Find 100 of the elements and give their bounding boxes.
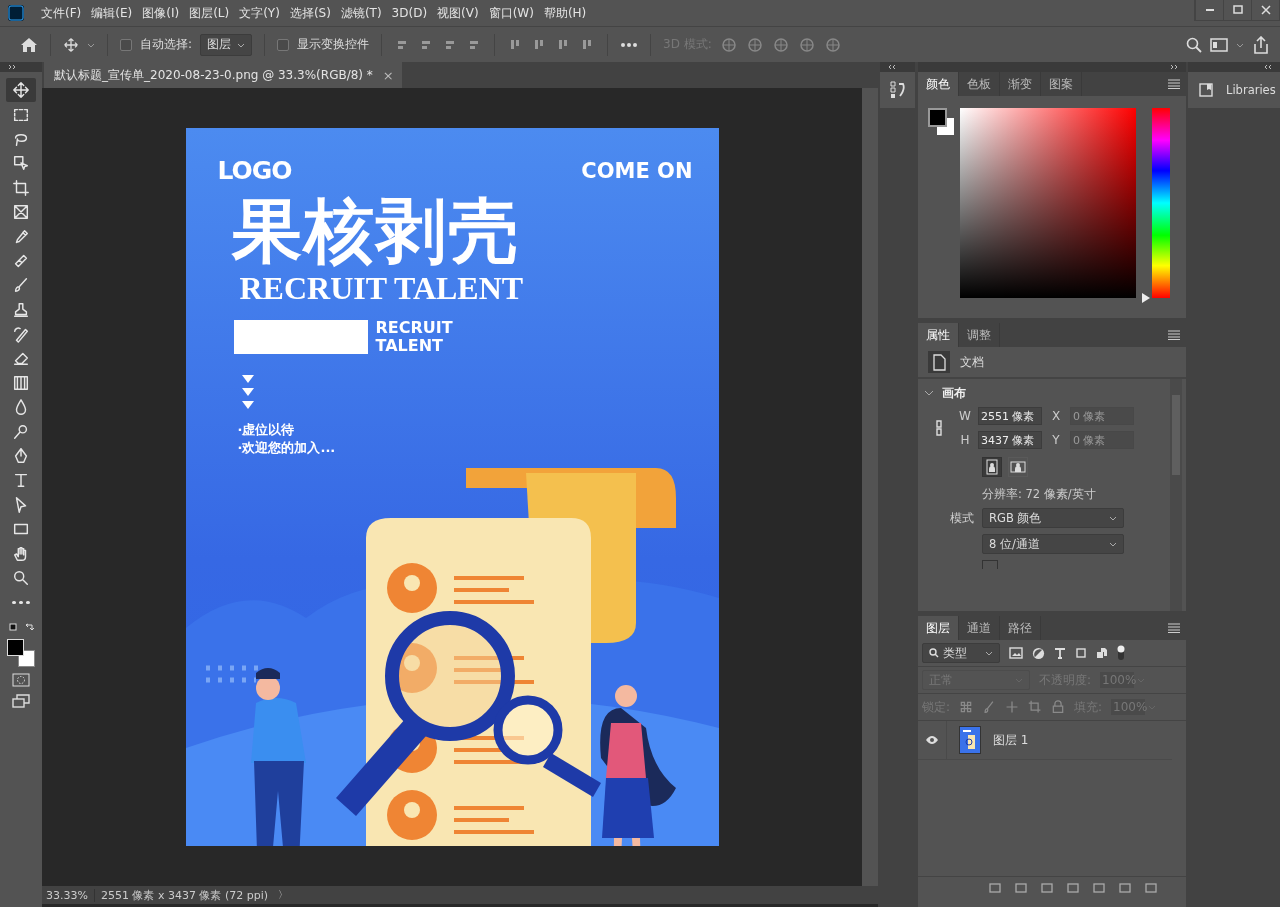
link-icon[interactable]	[934, 419, 944, 437]
panel-tab[interactable]: 色板	[959, 72, 1000, 96]
panel-tab[interactable]: 通道	[959, 616, 1000, 640]
adjustment-filter-icon[interactable]	[1032, 646, 1045, 660]
resolution-text: 分辨率: 72 像素/英寸	[982, 487, 1097, 502]
collapse-icon[interactable]	[888, 64, 896, 70]
move-tool-button[interactable]	[6, 78, 36, 103]
type-filter-icon[interactable]	[1054, 647, 1066, 659]
landscape-icon	[1010, 459, 1026, 475]
swap-colors-icon[interactable]	[9, 622, 35, 633]
portrait-orientation-button[interactable]	[982, 457, 1002, 477]
document-info: 2551 像素 x 3437 像素 (72 ppi)	[99, 887, 270, 903]
panel-tab[interactable]: 图案	[1041, 72, 1082, 96]
select-icon	[12, 154, 30, 173]
chevron-icon[interactable]	[924, 389, 934, 397]
layer-name: 图层 1	[993, 731, 1029, 749]
input-field[interactable]: 2551 像素	[978, 407, 1042, 425]
smart-object-filter-icon[interactable]	[1096, 647, 1108, 659]
dodge-icon	[12, 422, 30, 441]
document-label: 文档	[960, 353, 984, 371]
layer-filter-dropdown[interactable]: 类型	[922, 643, 1000, 663]
field-label: Y	[1051, 433, 1061, 447]
menu-icon[interactable]	[1168, 79, 1180, 89]
color-swatches-drawing[interactable]	[928, 108, 955, 135]
menu-item[interactable]: 文件(F)	[36, 4, 87, 22]
document-tab[interactable]: 默认标题_宣传单_2020-08-23-0.png @ 33.3%(RGB/8) * ×	[44, 62, 402, 88]
workspace-icon[interactable]	[1210, 36, 1228, 53]
menu-item[interactable]: 窗口(W)	[483, 4, 539, 22]
checkbox[interactable]	[120, 38, 132, 51]
quick-mask-icon[interactable]	[12, 672, 30, 687]
color-mode-dropdown[interactable]: RGB 颜色	[982, 508, 1124, 528]
pen-icon	[12, 447, 30, 466]
history-panel-icon[interactable]	[889, 80, 906, 100]
bit-depth-dropdown[interactable]: 8 位/通道	[982, 534, 1124, 554]
panel-tab[interactable]: 调整	[959, 323, 1000, 347]
panel-tab[interactable]: 图层	[918, 616, 959, 640]
portrait-icon	[984, 459, 1000, 475]
panel-tab[interactable]: 路径	[1000, 616, 1041, 640]
expand-icon[interactable]	[8, 64, 16, 70]
search-icon	[929, 648, 939, 658]
input-field[interactable]: 3437 像素	[978, 431, 1042, 449]
menu-item[interactable]: 帮助(H)	[538, 4, 592, 22]
menu-item[interactable]: 图层(L)	[184, 4, 235, 22]
expand-icon[interactable]	[1170, 64, 1178, 70]
hue-slider-thumb[interactable]	[1142, 293, 1150, 303]
image-filter-icon[interactable]	[1009, 647, 1023, 659]
visibility-eye-icon[interactable]	[925, 735, 939, 745]
gradient-icon	[12, 373, 30, 392]
menu-icon[interactable]	[1168, 623, 1180, 633]
section-title: 画布	[942, 384, 966, 402]
shape-filter-icon[interactable]	[1075, 647, 1087, 659]
poster-bullet-text: ·欢迎您的加入...	[237, 439, 337, 457]
panel-tab[interactable]: 属性	[918, 323, 959, 347]
menu-item[interactable]: 3D(D)	[386, 6, 433, 20]
mode-label: 模式	[949, 509, 975, 527]
maximize-icon	[1231, 4, 1244, 16]
checkbox[interactable]	[277, 38, 290, 51]
info-menu-arrow[interactable]: 〉	[278, 888, 289, 902]
more-icon[interactable]	[620, 41, 639, 48]
layer-row[interactable]: 图层 1	[918, 721, 1172, 760]
move-icon[interactable]	[63, 36, 79, 53]
close-icon	[1259, 4, 1272, 16]
menu-item[interactable]: 编辑(E)	[86, 4, 138, 22]
color-field[interactable]	[960, 108, 1136, 298]
minimize-icon	[1205, 9, 1214, 11]
menu-icon[interactable]	[1168, 330, 1180, 340]
type-icon	[12, 471, 30, 490]
search-icon[interactable]	[1186, 36, 1202, 53]
poster-tag-text: RECRUIT TALENT	[375, 319, 453, 355]
scrollbar[interactable]	[862, 88, 878, 886]
menu-item[interactable]: 图像(I)	[137, 4, 185, 22]
landscape-orientation-button[interactable]	[1008, 457, 1028, 477]
collapse-icon[interactable]	[1264, 64, 1272, 70]
panel-tab[interactable]: 颜色	[918, 72, 959, 96]
libraries-panel-button[interactable]: Libraries	[1188, 72, 1280, 108]
field-label: W	[958, 409, 972, 423]
menu-item[interactable]: 滤镜(T)	[335, 4, 387, 22]
menu-item[interactable]: 视图(V)	[432, 4, 484, 22]
menu-item[interactable]: 选择(S)	[284, 4, 336, 22]
menu-item[interactable]: 文字(Y)	[234, 4, 285, 22]
target-dropdown[interactable]: 图层	[200, 33, 253, 56]
filter-toggle-icon[interactable]	[1117, 645, 1125, 661]
frame-icon	[12, 203, 30, 222]
share-icon[interactable]	[1252, 35, 1270, 54]
scrollbar[interactable]	[1170, 379, 1182, 611]
screen-mode-icon[interactable]	[12, 692, 30, 709]
app-logo[interactable]	[8, 5, 24, 21]
poster-headline: 果核剥壳	[231, 191, 521, 271]
color-swatch[interactable]	[982, 560, 998, 569]
panel-tab[interactable]: 渐变	[1000, 72, 1041, 96]
auto-select-label: 自动选择:	[140, 36, 193, 53]
zoom-level[interactable]: 33.33%	[42, 888, 95, 902]
home-icon[interactable]	[20, 35, 38, 54]
more-icon	[12, 600, 30, 604]
crop-icon	[12, 178, 30, 197]
color-swatches-drawing[interactable]	[7, 638, 35, 667]
layer-thumbnail	[959, 726, 981, 754]
caret-icon	[985, 649, 993, 657]
down-arrows-icon	[241, 375, 254, 411]
stamp-icon	[12, 300, 30, 319]
